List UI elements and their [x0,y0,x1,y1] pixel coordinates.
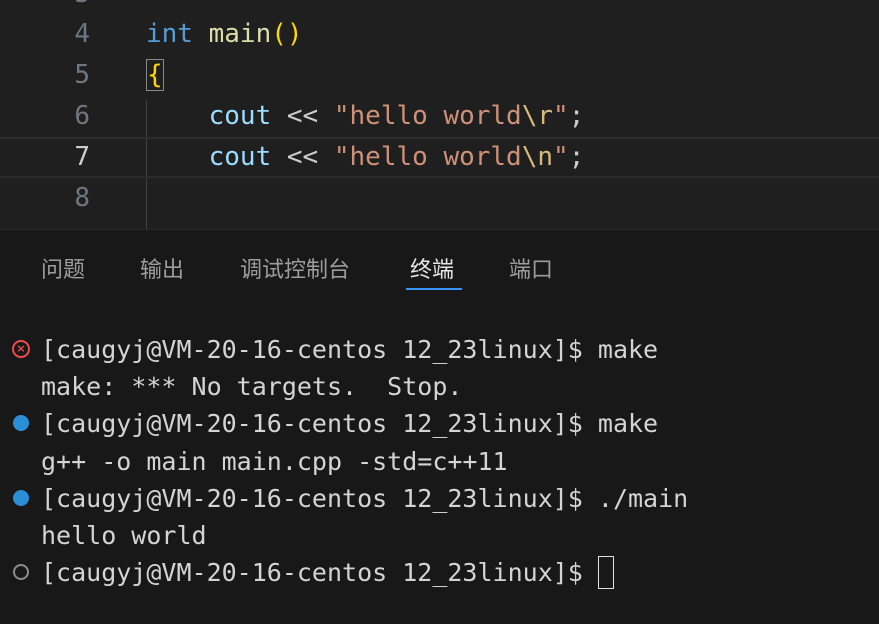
code-token: << [271,101,334,131]
default-circle-icon[interactable] [13,564,29,580]
code-token: << [271,142,334,172]
success-dot-icon[interactable] [13,490,29,506]
terminal-line: [caugyj@VM-20-16-centos 12_23linux]$ ./m… [41,480,688,517]
code-token: \r [521,101,554,131]
terminal-text: [caugyj@VM-20-16-centos 12_23linux]$ mak… [41,335,659,364]
tab-problems[interactable]: 问题 [41,252,85,284]
line-number: 6 [74,101,90,131]
code-token: " [553,101,569,131]
code-token: cout [208,101,272,131]
success-dot-icon[interactable] [13,415,29,431]
tab-debug-console[interactable]: 调试控制台 [240,252,350,284]
tab-output[interactable]: 输出 [140,252,184,284]
code-line[interactable]: 7 cout << "hello world\n"; [0,137,879,178]
terminal-cursor [597,555,614,589]
terminal-line: [caugyj@VM-20-16-centos 12_23linux]$ mak… [41,405,658,442]
terminal-line: g++ -o main main.cpp -std=c++11 [41,443,508,480]
code-token: \n [521,142,554,172]
line-number: 5 [74,60,90,90]
terminal-text: [caugyj@VM-20-16-centos 12_23linux]$ [41,558,598,587]
code-token: cout [208,142,272,172]
code-text: int main() [146,14,303,55]
terminal-line: make: *** No targets. Stop. [41,368,462,405]
code-line[interactable]: 5{ [0,55,879,96]
code-line[interactable]: 6 cout << "hello world\r"; [0,96,879,137]
code-token: " [553,142,569,172]
code-text: { [146,55,164,96]
code-text: cout << "hello world\r"; [146,96,585,137]
code-token: int [146,19,193,49]
line-number: 3 [0,0,90,15]
code-token: ; [568,142,585,172]
code-token: ; [568,101,585,131]
terminal-prompt-line[interactable]: [caugyj@VM-20-16-centos 12_23linux]$ [41,554,614,591]
vscode-window: 34int main()5{6 cout << "hello world\r";… [0,0,879,624]
code-token: "hello world [333,142,522,172]
tab-ports[interactable]: 端口 [509,252,553,284]
terminal-line: hello world [41,517,207,554]
active-tab-indicator [406,288,462,290]
terminal-view[interactable]: × [caugyj@VM-20-16-centos 12_23linux]$ ma… [0,292,879,624]
terminal-text: g++ -o main main.cpp -std=c++11 [41,447,508,476]
code-line[interactable]: 4 int main() [0,14,879,55]
code-line[interactable]: 3 [0,0,879,15]
line-number: 7 [74,142,90,172]
error-icon[interactable]: × [12,340,30,358]
line-number: 4 [74,19,90,49]
terminal-text: make: *** No targets. Stop. [41,372,463,401]
code-text: cout << "hello world\n"; [146,139,585,176]
code-token: () [271,19,303,49]
code-line[interactable]: 8 [0,178,879,219]
tab-terminal[interactable]: 终端 [410,252,454,284]
panel-tab-bar: 问题 输出 调试控制台 终端 端口 [0,230,879,292]
bottom-panel: 问题 输出 调试控制台 终端 端口 × [caugyj@VM-20-16-centos 1… [0,229,879,624]
line-number: 8 [74,183,90,213]
terminal-text: [caugyj@VM-20-16-centos 12_23linux]$ ./m… [41,484,689,513]
code-token: "hello world [333,101,522,131]
terminal-text: [caugyj@VM-20-16-centos 12_23linux]$ mak… [41,409,659,438]
code-token: main [208,19,272,49]
terminal-text: hello world [41,521,207,550]
code-token: { [146,59,164,91]
terminal-line: [caugyj@VM-20-16-centos 12_23linux]$ mak… [41,331,658,368]
code-editor[interactable]: 34int main()5{6 cout << "hello world\r";… [0,0,879,229]
